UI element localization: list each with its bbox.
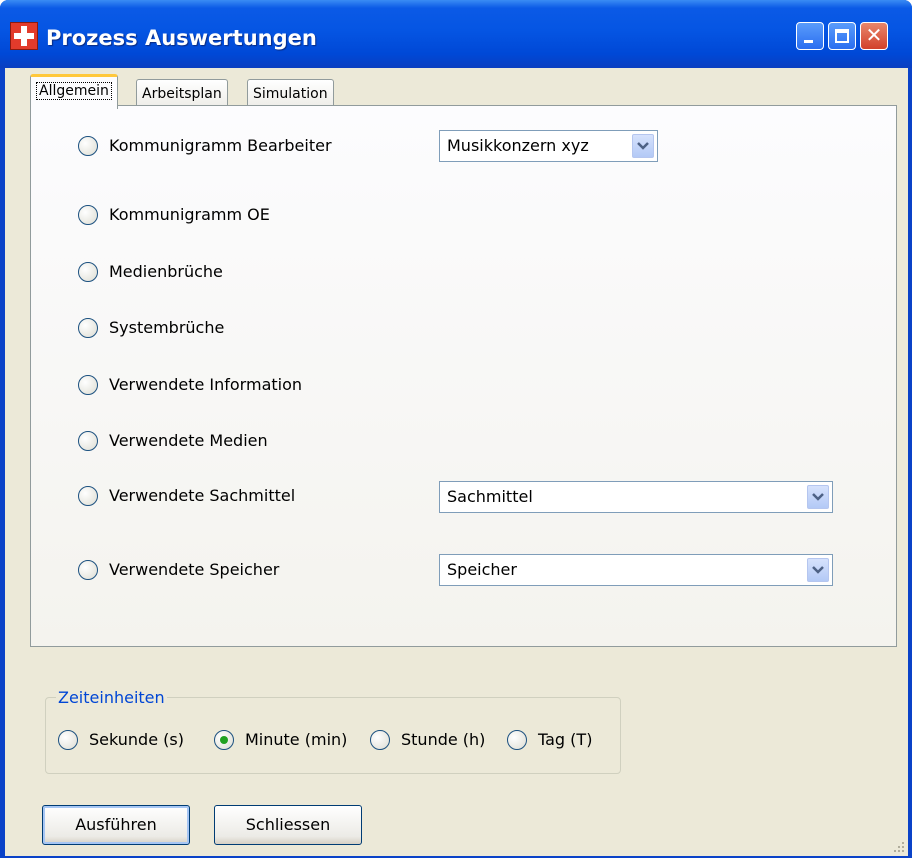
radio-verwendete-information[interactable]	[78, 375, 98, 395]
radio-verwendete-medien[interactable]	[78, 431, 98, 451]
label-stunde: Stunde (h)	[401, 730, 486, 749]
minimize-icon	[804, 40, 813, 43]
app-window: Prozess Auswertungen ✕ Allgemein Arbeits…	[0, 0, 912, 858]
chevron-down-icon[interactable]	[807, 558, 829, 582]
schliessen-button[interactable]: Schliessen	[214, 805, 362, 845]
label-systembrueche: Systembrüche	[109, 318, 225, 337]
label-tag: Tag (T)	[538, 730, 593, 749]
label-medienbrueche: Medienbrüche	[109, 262, 223, 281]
tab-panel-allgemein: Kommunigramm Bearbeiter Musikkonzern xyz…	[30, 105, 897, 647]
label-sekunde: Sekunde (s)	[89, 730, 184, 749]
tab-allgemein[interactable]: Allgemein	[30, 74, 118, 109]
ausfuehren-button[interactable]: Ausführen	[42, 805, 190, 845]
label-verwendete-information: Verwendete Information	[109, 375, 303, 394]
radio-verwendete-sachmittel[interactable]	[78, 486, 98, 506]
maximize-icon	[835, 29, 849, 43]
app-cross-icon	[10, 22, 38, 50]
radio-medienbrueche[interactable]	[78, 262, 98, 282]
time-units-legend: Zeiteinheiten	[58, 688, 165, 707]
label-kommunigramm-oe: Kommunigramm OE	[109, 205, 270, 224]
label-verwendete-medien: Verwendete Medien	[109, 431, 268, 450]
radio-kommunigramm-bearbeiter[interactable]	[78, 136, 98, 156]
label-verwendete-speicher: Verwendete Speicher	[109, 560, 280, 579]
window-title: Prozess Auswertungen	[46, 26, 317, 50]
title-bar[interactable]: Prozess Auswertungen ✕	[0, 0, 912, 68]
close-window-button[interactable]: ✕	[860, 22, 888, 50]
window-client-area: Allgemein Arbeitsplan Simulation Kommuni…	[5, 68, 908, 856]
radio-verwendete-speicher[interactable]	[78, 560, 98, 580]
radio-sekunde[interactable]	[58, 730, 78, 750]
sachmittel-select-value: Sachmittel	[447, 487, 533, 506]
tab-allgemein-label: Allgemein	[36, 82, 112, 100]
tab-simulation-label: Simulation	[253, 86, 328, 102]
radio-systembrueche[interactable]	[78, 318, 98, 338]
label-verwendete-sachmittel: Verwendete Sachmittel	[109, 486, 296, 505]
speicher-select[interactable]: Speicher	[439, 554, 833, 586]
tab-arbeitsplan-label: Arbeitsplan	[142, 86, 222, 102]
chevron-down-icon[interactable]	[807, 485, 829, 509]
radio-minute[interactable]	[214, 730, 234, 750]
speicher-select-value: Speicher	[447, 560, 517, 579]
label-minute: Minute (min)	[245, 730, 348, 749]
minimize-button[interactable]	[796, 22, 824, 50]
sachmittel-select[interactable]: Sachmittel	[439, 481, 833, 513]
radio-tag[interactable]	[507, 730, 527, 750]
resize-grip-icon[interactable]	[893, 841, 905, 853]
maximize-button[interactable]	[828, 22, 856, 50]
label-kommunigramm-bearbeiter: Kommunigramm Bearbeiter	[109, 136, 332, 155]
radio-stunde[interactable]	[370, 730, 390, 750]
radio-kommunigramm-oe[interactable]	[78, 205, 98, 225]
bearbeiter-select-value: Musikkonzern xyz	[447, 136, 589, 155]
bearbeiter-select[interactable]: Musikkonzern xyz	[439, 130, 658, 162]
chevron-down-icon[interactable]	[632, 134, 654, 158]
close-icon: ✕	[865, 23, 883, 47]
